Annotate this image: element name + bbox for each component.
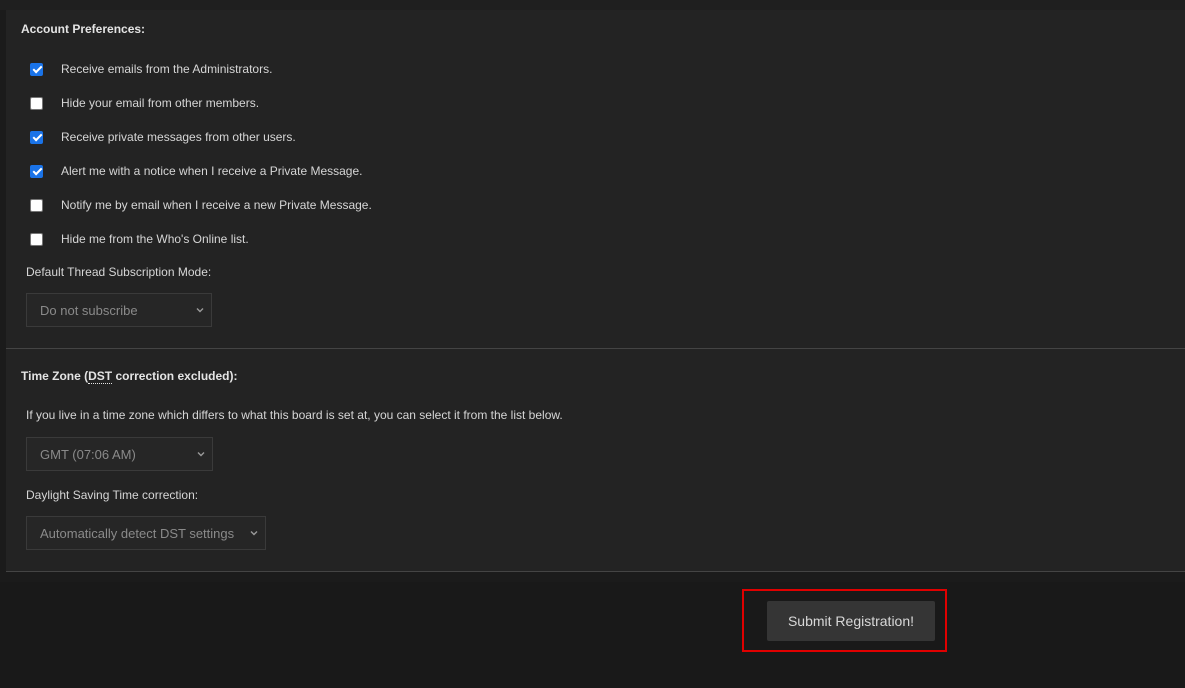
dst-correction-value: Automatically detect DST settings: [40, 525, 235, 541]
receive-admin-emails-label: Receive emails from the Administrators.: [61, 62, 273, 76]
account-preferences-heading: Account Preferences:: [21, 22, 146, 36]
time-zone-value: GMT (07:06 AM): [40, 446, 136, 462]
form-footer: [0, 582, 1185, 688]
time-zone-heading-suffix: correction excluded):: [112, 369, 238, 383]
option-pm-email-notify[interactable]: Notify me by email when I receive a new …: [30, 197, 372, 213]
subscription-mode-label: Default Thread Subscription Mode:: [26, 265, 212, 279]
pm-notice-alert-label: Alert me with a notice when I receive a …: [61, 164, 363, 178]
submit-registration-button[interactable]: Submit Registration!: [767, 601, 935, 641]
subscription-mode-value: Do not subscribe: [40, 302, 138, 318]
receive-private-messages-label: Receive private messages from other user…: [61, 130, 296, 144]
option-hide-email[interactable]: Hide your email from other members.: [30, 95, 259, 111]
pm-notice-alert-checkbox[interactable]: [30, 164, 43, 178]
option-receive-admin-emails[interactable]: Receive emails from the Administrators.: [30, 61, 272, 77]
receive-admin-emails-checkbox[interactable]: [30, 62, 43, 76]
top-strip: [0, 0, 1185, 10]
registration-page: Account Preferences: Receive emails from…: [0, 0, 1185, 688]
hide-online-checkbox[interactable]: [30, 232, 43, 246]
chevron-down-icon: [250, 531, 258, 536]
option-receive-private-messages[interactable]: Receive private messages from other user…: [30, 129, 296, 145]
time-zone-description: If you live in a time zone which differs…: [26, 408, 563, 422]
dst-correction-select[interactable]: Automatically detect DST settings: [26, 516, 266, 550]
time-zone-heading: Time Zone (DST correction excluded):: [21, 369, 238, 384]
option-pm-notice-alert[interactable]: Alert me with a notice when I receive a …: [30, 163, 362, 179]
hide-email-checkbox[interactable]: [30, 96, 43, 110]
chevron-down-icon: [196, 308, 204, 313]
option-hide-online[interactable]: Hide me from the Who's Online list.: [30, 231, 249, 247]
receive-private-messages-checkbox[interactable]: [30, 130, 43, 144]
section-divider: [6, 571, 1185, 572]
hide-online-label: Hide me from the Who's Online list.: [61, 232, 249, 246]
subscription-mode-select[interactable]: Do not subscribe: [26, 293, 212, 327]
pm-email-notify-checkbox[interactable]: [30, 198, 43, 212]
pm-email-notify-label: Notify me by email when I receive a new …: [61, 198, 372, 212]
time-zone-select[interactable]: GMT (07:06 AM): [26, 437, 213, 471]
chevron-down-icon: [197, 452, 205, 457]
hide-email-label: Hide your email from other members.: [61, 96, 260, 110]
dst-correction-label: Daylight Saving Time correction:: [26, 488, 199, 502]
time-zone-heading-prefix: Time Zone (: [21, 369, 89, 383]
section-divider: [6, 348, 1185, 349]
dst-abbreviation: DST: [88, 369, 113, 384]
